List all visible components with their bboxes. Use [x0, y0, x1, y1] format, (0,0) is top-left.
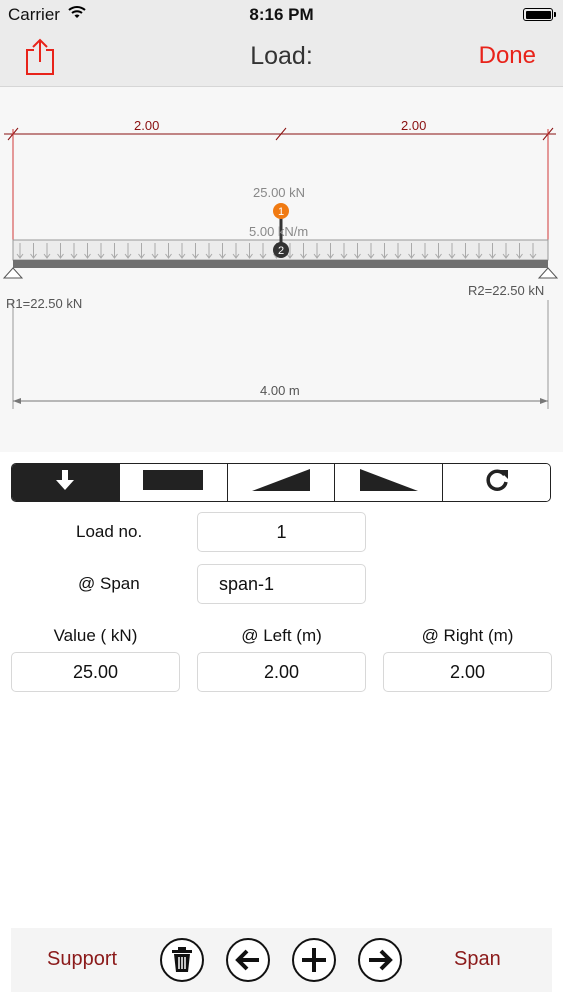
- total-length-label: 4.00 m: [260, 383, 300, 398]
- arrow-down-icon: [55, 469, 75, 496]
- value-field[interactable]: [11, 652, 180, 692]
- segment-moment-load[interactable]: [443, 464, 550, 501]
- status-bar: Carrier 8:16 PM: [0, 0, 563, 30]
- reaction-left-label: R1=22.50 kN: [6, 296, 83, 311]
- trash-icon[interactable]: [160, 938, 204, 982]
- bottom-toolbar: Support Span: [11, 928, 552, 992]
- arrow-right-icon[interactable]: [358, 938, 402, 982]
- load-number-label: Load no.: [76, 522, 143, 541]
- support-button[interactable]: Support: [47, 948, 117, 971]
- reaction-right-label: R2=22.50 kN: [468, 283, 545, 298]
- right-position-field[interactable]: [383, 652, 552, 692]
- segment-triangular-increasing-load[interactable]: [227, 464, 336, 501]
- left-position-label: @ Left (m): [241, 626, 322, 645]
- distributed-load-label: 5.00 kN/m: [249, 224, 309, 239]
- dimension-left-label: 2.00: [134, 118, 160, 133]
- beam-diagram: 1 2 2.00 2.00 25.00 kN 5.00 kN/m R1=22.5…: [0, 87, 563, 452]
- clock: 8:16 PM: [249, 5, 314, 24]
- point-load-label: 25.00 kN: [253, 185, 306, 200]
- plus-icon[interactable]: [292, 938, 336, 982]
- point-load-marker: 1: [278, 206, 284, 218]
- left-position-field[interactable]: [197, 652, 366, 692]
- rectangle-icon: [143, 470, 204, 495]
- load-number-field[interactable]: [197, 512, 366, 552]
- triangle-up-icon: [251, 469, 310, 496]
- done-button[interactable]: Done: [479, 42, 536, 70]
- right-position-label: @ Right (m): [421, 626, 514, 645]
- dimension-right-label: 2.00: [401, 118, 427, 133]
- span-label: @ Span: [78, 574, 140, 593]
- triangle-down-icon: [359, 469, 418, 496]
- value-label: Value ( kN): [53, 626, 138, 645]
- load-type-selector: [11, 463, 551, 502]
- nav-bar: Load: Done: [0, 30, 563, 87]
- arrow-left-icon[interactable]: [226, 938, 270, 982]
- span-button[interactable]: Span: [454, 948, 501, 971]
- rotate-icon: [484, 467, 510, 498]
- segment-point-load[interactable]: [12, 464, 120, 501]
- span-field[interactable]: [197, 564, 366, 604]
- segment-triangular-decreasing-load[interactable]: [335, 464, 444, 501]
- distributed-load-marker: 2: [278, 245, 284, 257]
- segment-uniform-load[interactable]: [119, 464, 228, 501]
- battery-icon: [523, 8, 556, 21]
